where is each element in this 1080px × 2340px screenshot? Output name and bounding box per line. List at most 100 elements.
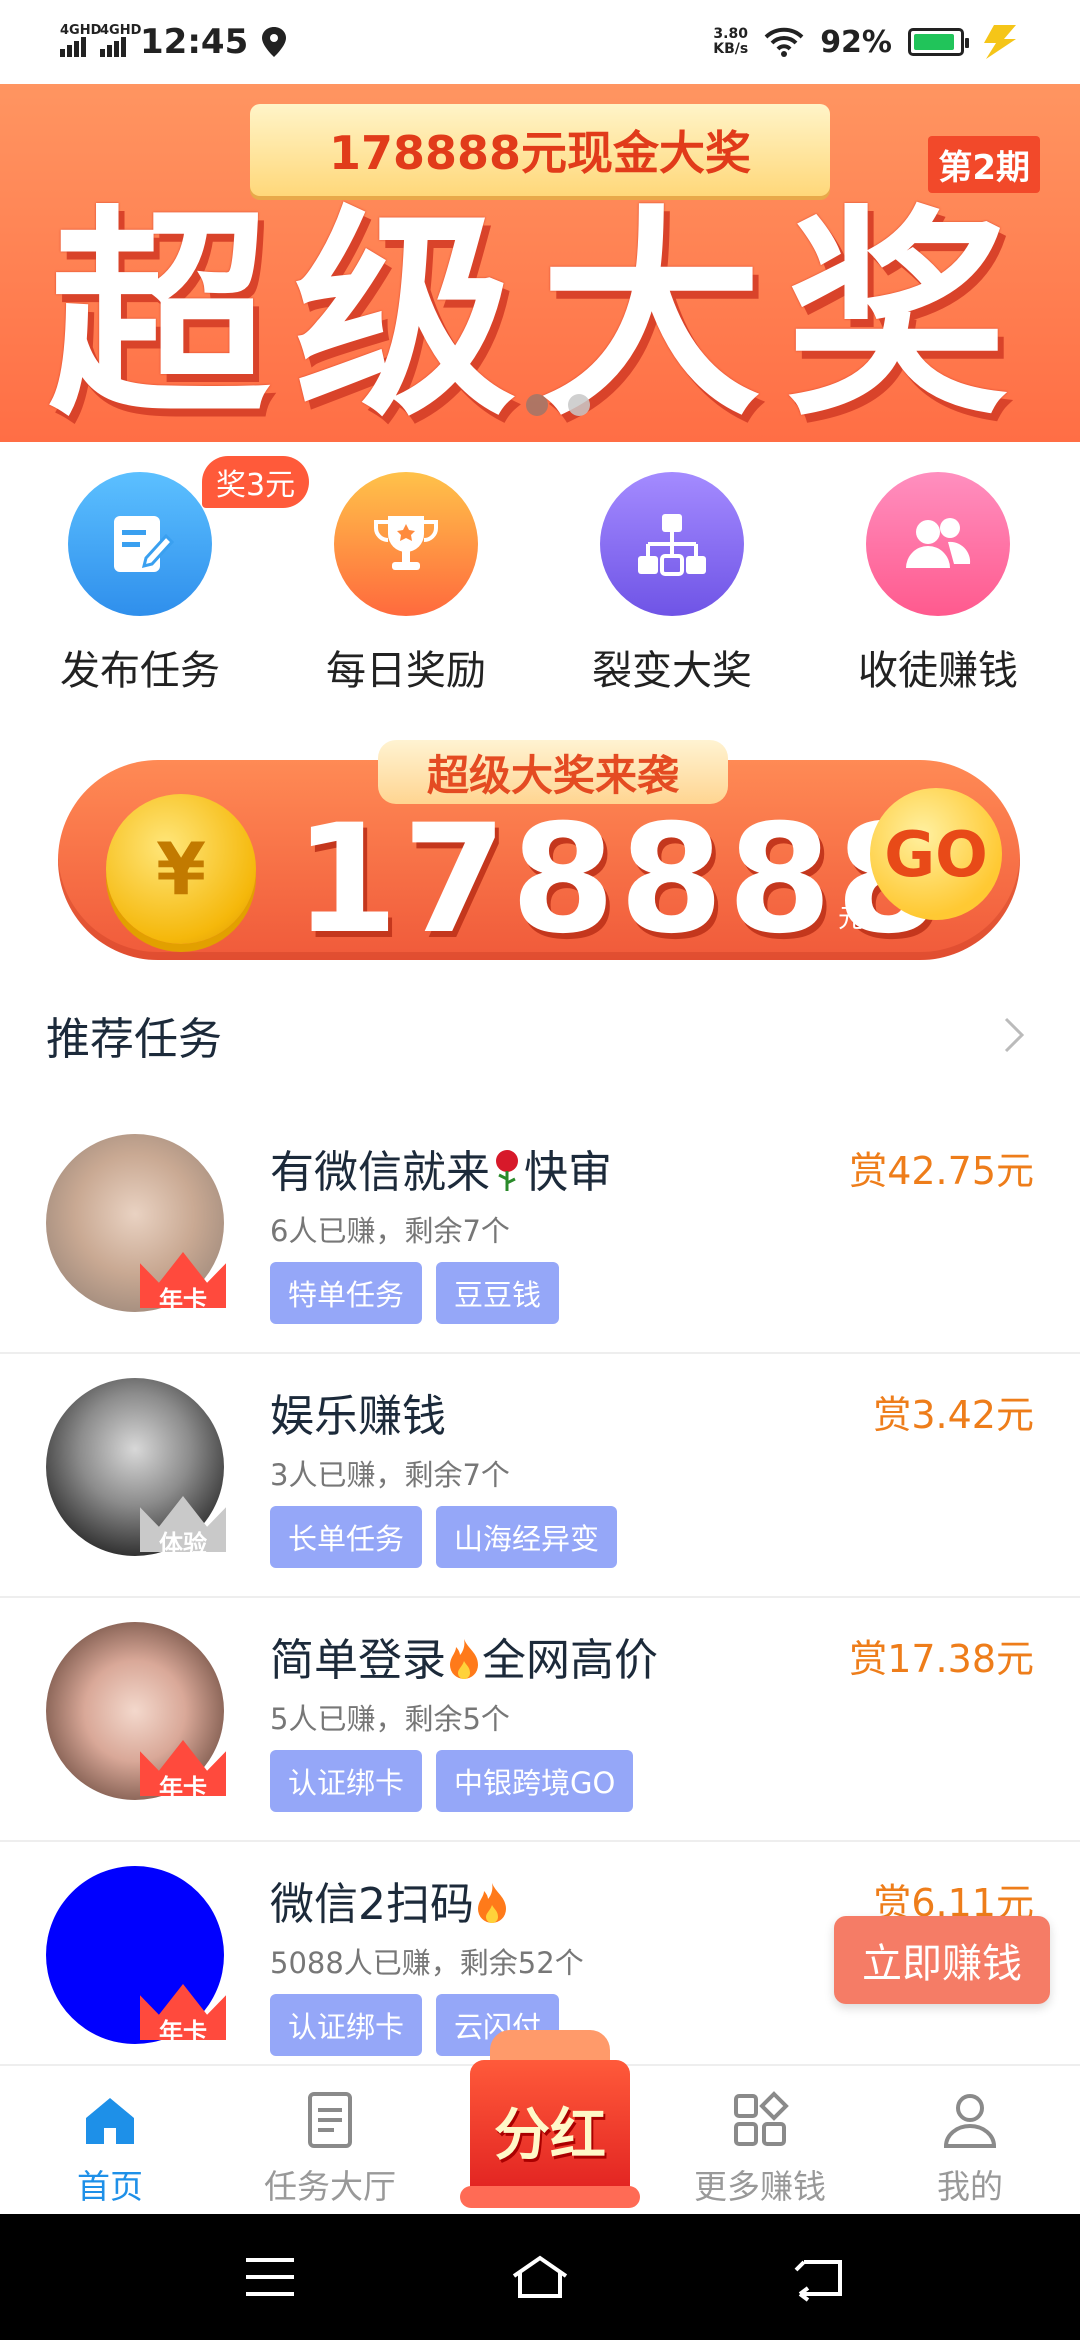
quick-action-daily-reward[interactable]: 每日奖励 — [296, 472, 516, 696]
task-title-text: 简单登录 — [270, 1635, 446, 1686]
crown-badge: 年卡 — [140, 1978, 226, 2048]
nav-home[interactable]: 首页 — [20, 2090, 200, 2208]
period-badge: 第2期 — [928, 136, 1040, 193]
task-meta: 6人已赚，剩余7个 — [270, 1214, 510, 1248]
nav-mine[interactable]: 我的 — [880, 2090, 1060, 2208]
dividend-base — [460, 2186, 640, 2208]
fire-icon — [450, 1639, 478, 1679]
task-title-suffix: 全网高价 — [482, 1635, 658, 1686]
carousel-indicator — [526, 394, 590, 416]
jackpot-unit: 元 — [838, 904, 865, 934]
dividend-button[interactable]: 分红 — [460, 2010, 640, 2210]
task-reward: 赏17.38元 — [849, 1637, 1034, 1681]
crown-label: 体验 — [159, 1530, 207, 1558]
task-tags: 认证绑卡 中银跨境GO — [270, 1750, 634, 1812]
task-title-text: 娱乐赚钱 — [270, 1391, 446, 1442]
task-tag: 长单任务 — [270, 1506, 423, 1568]
crown-badge: 年卡 — [140, 1246, 226, 1316]
quick-action-label: 裂变大奖 — [592, 648, 752, 694]
status-bar: 4GHD 4GHD 12:45 3.80 KB/s 92% — [0, 0, 1080, 84]
battery-percent: 92% — [820, 24, 892, 60]
publish-task-button[interactable] — [68, 472, 212, 616]
section-title: 推荐任务 — [46, 1014, 222, 1065]
nav-label: 任务大厅 — [264, 2167, 396, 2206]
battery-fill — [914, 34, 955, 50]
task-title: 娱乐赚钱 — [270, 1380, 446, 1444]
task-reward: 赏3.42元 — [873, 1393, 1034, 1437]
crown-label: 年卡 — [159, 2018, 207, 2046]
task-title-suffix: 快审 — [524, 1147, 612, 1198]
nav-more-earn[interactable]: 更多赚钱 — [670, 2090, 850, 2208]
carousel-dot[interactable] — [526, 394, 548, 416]
task-tag: 认证绑卡 — [270, 1750, 423, 1812]
nav-label: 更多赚钱 — [694, 2167, 826, 2206]
home-nav-icon[interactable] — [510, 2250, 570, 2304]
coin-icon: ¥ — [106, 794, 256, 944]
chevron-right-icon[interactable] — [994, 1015, 1034, 1055]
task-title: 有微信就来 快审 — [270, 1136, 612, 1200]
task-title-text: 有微信就来 — [270, 1147, 490, 1198]
signal-icon: 4GHD — [100, 23, 141, 57]
home-icon — [86, 2098, 134, 2144]
task-tag: 特单任务 — [270, 1262, 423, 1324]
dividend-label: 分红 — [470, 2060, 630, 2200]
quick-action-label: 发布任务 — [60, 648, 220, 694]
task-tags: 长单任务 山海经异变 — [270, 1506, 618, 1568]
reward-badge: 奖3元 — [202, 456, 310, 508]
nav-label: 首页 — [77, 2167, 143, 2206]
crown-badge: 体验 — [140, 1490, 226, 1560]
task-row[interactable]: 年卡 简单登录 全网高价 5人已赚，剩余5个 认证绑卡 中银跨境GO 赏17.38元 — [0, 1598, 1080, 1842]
menu-icon[interactable] — [240, 2250, 300, 2304]
users-icon — [906, 518, 971, 568]
quick-action-label: 收徒赚钱 — [858, 648, 1018, 694]
wifi-icon — [764, 27, 804, 57]
jackpot-promo[interactable]: 超级大奖来袭 ¥ 178888 元 GO — [58, 740, 1020, 960]
task-title-text: 微信2扫码 — [270, 1879, 474, 1930]
back-icon[interactable] — [790, 2250, 850, 2304]
daily-reward-button[interactable] — [334, 472, 478, 616]
system-nav-bar — [0, 2214, 1080, 2340]
signal-icon: 4GHD — [60, 23, 101, 57]
crown-label: 年卡 — [159, 1774, 207, 1802]
quick-action-label: 每日奖励 — [326, 648, 486, 694]
banner-ribbon: 178888元现金大奖 — [250, 104, 830, 196]
task-row[interactable]: 年卡 有微信就来 快审 6人已赚，剩余7个 特单任务 豆豆钱 赏42.75元 — [0, 1110, 1080, 1354]
fire-icon — [478, 1883, 506, 1923]
task-title: 简单登录 全网高价 — [270, 1624, 658, 1688]
quick-action-recruit[interactable]: 收徒赚钱 — [828, 472, 1048, 696]
carousel-dot-active[interactable] — [568, 394, 590, 416]
nav-task-hall[interactable]: 任务大厅 — [240, 2090, 420, 2208]
task-reward: 赏42.75元 — [849, 1149, 1034, 1193]
task-meta: 5人已赚，剩余5个 — [270, 1702, 510, 1736]
quick-action-fission-prize[interactable]: 裂变大奖 — [562, 472, 782, 696]
jackpot-amount: 178888 — [294, 793, 945, 967]
speed-unit: KB/s — [713, 41, 749, 57]
go-button[interactable]: GO — [870, 788, 1002, 920]
recruit-button[interactable] — [866, 472, 1010, 616]
task-tags: 特单任务 豆豆钱 — [270, 1262, 560, 1324]
edit-note-icon — [114, 516, 175, 572]
task-title: 微信2扫码 — [270, 1868, 510, 1932]
grid-icon — [734, 2091, 789, 2146]
hierarchy-icon — [638, 514, 706, 576]
network-speed: 3.80 KB/s — [713, 27, 748, 57]
fission-prize-button[interactable] — [600, 472, 744, 616]
document-icon — [308, 2092, 352, 2148]
charging-icon — [984, 25, 1016, 59]
task-meta: 5088人已赚，剩余52个 — [270, 1946, 584, 1980]
clock: 12:45 — [140, 22, 249, 62]
location-icon — [262, 27, 287, 57]
task-tag: 山海经异变 — [436, 1506, 618, 1568]
network-type-label: 4GHD — [60, 23, 102, 38]
recommended-tasks-header[interactable]: 推荐任务 — [0, 990, 1080, 1080]
earn-now-button[interactable]: 立即赚钱 — [834, 1916, 1050, 2004]
task-tag: 豆豆钱 — [436, 1262, 560, 1324]
crown-label: 年卡 — [159, 1286, 207, 1314]
trophy-icon — [374, 516, 438, 570]
banner-carousel[interactable]: 178888元现金大奖 第2期 超级大奖 — [0, 84, 1080, 442]
status-left: 4GHD 4GHD 12:45 — [60, 22, 287, 62]
task-row[interactable]: 体验 娱乐赚钱 3人已赚，剩余7个 长单任务 山海经异变 赏3.42元 — [0, 1354, 1080, 1598]
status-right: 3.80 KB/s 92% — [713, 25, 1020, 60]
quick-actions: 发布任务 奖3元 每日奖励 裂变大奖 收徒赚钱 — [0, 456, 1080, 702]
crown-badge: 年卡 — [140, 1734, 226, 1804]
